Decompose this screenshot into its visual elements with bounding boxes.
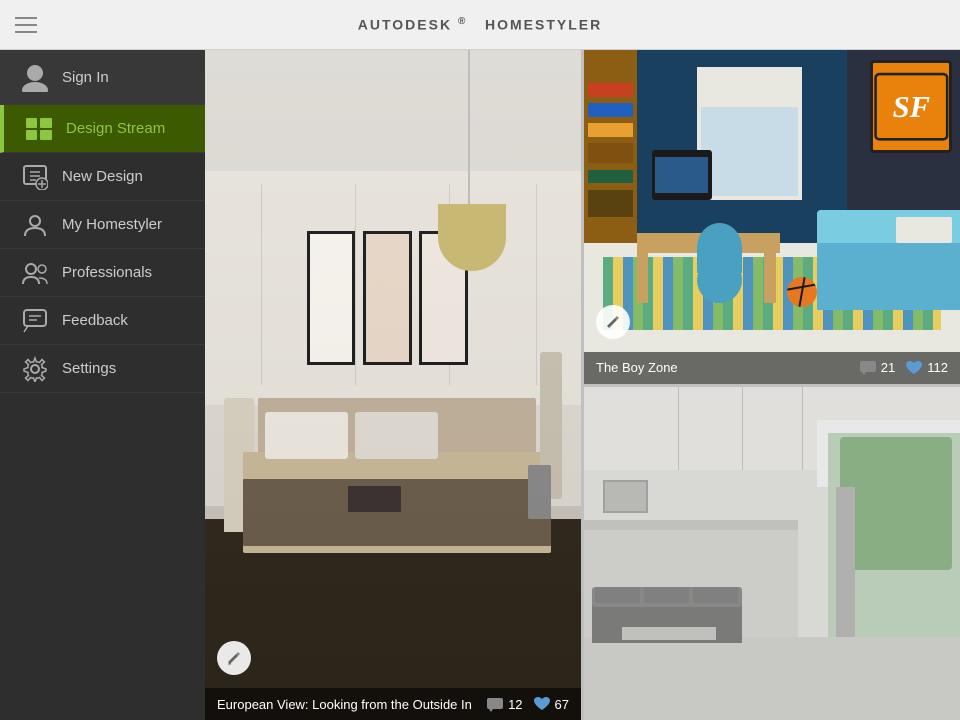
grid-icon [24, 114, 54, 144]
edit-button-boyzone[interactable] [596, 305, 630, 339]
sidebar-item-design-stream[interactable]: Design Stream [0, 105, 205, 153]
sidebar-item-professionals[interactable]: Professionals [0, 249, 205, 297]
comment-stat-boyzone: 21 [859, 360, 895, 375]
modern-scene [584, 387, 960, 720]
professionals-icon [20, 258, 50, 288]
app-header: AUTODESK ® HOMESTYLER [0, 0, 960, 50]
card-title-boyzone: The Boy Zone [596, 360, 678, 375]
app-title: AUTODESK ® HOMESTYLER [358, 16, 602, 33]
settings-label: Settings [62, 360, 116, 377]
professionals-label: Professionals [62, 264, 152, 281]
sidebar-item-new-design[interactable]: New Design [0, 153, 205, 201]
sidebar-item-settings[interactable]: Settings [0, 345, 205, 393]
new-design-icon [20, 162, 50, 192]
sign-in-label: Sign In [62, 69, 109, 86]
design-grid: European View: Looking from the Outside … [205, 50, 960, 720]
like-count: 67 [555, 697, 569, 712]
card-info-bar-european: European View: Looking from the Outside … [205, 688, 581, 720]
like-count-boyzone: 112 [927, 360, 948, 375]
title-suffix: HOMESTYLER [485, 17, 602, 33]
feedback-icon [20, 306, 50, 336]
card-modern-space[interactable] [584, 387, 960, 720]
profile-icon [20, 210, 50, 240]
main-content: European View: Looking from the Outside … [205, 50, 960, 720]
sf-logo: SF [870, 60, 953, 153]
sidebar-item-sign-in[interactable]: Sign In [0, 50, 205, 105]
edit-button[interactable] [217, 641, 251, 675]
comment-stat: 12 [486, 697, 522, 712]
menu-icon[interactable] [15, 17, 37, 33]
card-stats-european: 12 67 [486, 696, 569, 712]
boyzone-scene: SF [584, 50, 960, 384]
new-design-label: New Design [62, 168, 143, 185]
sidebar-item-my-homestyler[interactable]: My Homestyler [0, 201, 205, 249]
settings-icon [20, 354, 50, 384]
comment-count: 12 [508, 697, 522, 712]
comment-count-boyzone: 21 [881, 360, 895, 375]
card-stats-boyzone: 21 112 [859, 360, 948, 376]
card-boy-zone[interactable]: SF [584, 50, 960, 384]
card-title-european: European View: Looking from the Outside … [217, 697, 472, 712]
trademark: ® [458, 16, 467, 27]
svg-text:SF: SF [892, 90, 930, 124]
card-european-view[interactable]: European View: Looking from the Outside … [205, 50, 581, 720]
title-prefix: AUTODESK [358, 17, 452, 33]
design-stream-label: Design Stream [66, 120, 165, 137]
bedroom-scene [205, 50, 581, 720]
card-info-bar-boyzone: The Boy Zone 21 112 [584, 352, 960, 384]
sidebar-item-feedback[interactable]: Feedback [0, 297, 205, 345]
like-stat: 67 [533, 696, 569, 712]
user-icon [20, 62, 50, 92]
sidebar: Sign In Design Stream New [0, 50, 205, 720]
my-homestyler-label: My Homestyler [62, 216, 162, 233]
feedback-label: Feedback [62, 312, 128, 329]
like-stat-boyzone: 112 [905, 360, 948, 376]
